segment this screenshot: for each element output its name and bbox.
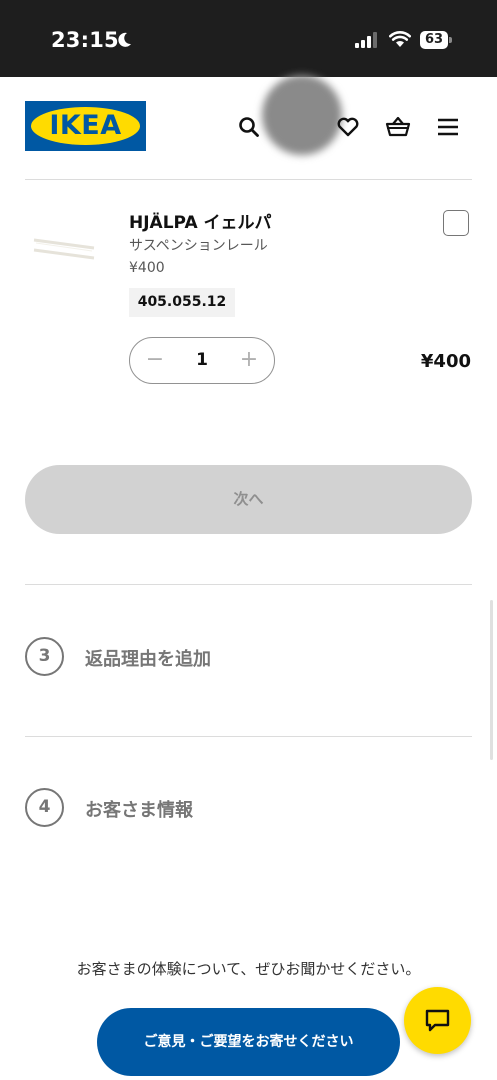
decrease-quantity-button[interactable]: − [132,338,178,382]
step-customer-info[interactable]: 4 お客さま情報 [25,788,472,828]
site-header: IKEA [0,75,497,179]
increase-quantity-button[interactable]: + [226,338,272,382]
step-add-return-reason[interactable]: 3 返品理由を追加 [25,637,472,677]
step-number-badge: 4 [25,788,64,827]
product-unit-price: ¥400 [129,260,165,276]
battery-icon: 63 [420,31,452,49]
quantity-stepper: − 1 + [129,337,275,384]
select-item-checkbox[interactable] [443,210,469,236]
ikea-logo[interactable]: IKEA [25,101,146,151]
logo-text: IKEA [49,110,122,141]
product-name[interactable]: HJÄLPA イェルパ [129,208,272,233]
step-title: 返品理由を追加 [85,649,211,670]
basket-icon[interactable] [385,114,411,140]
moon-icon [118,32,131,47]
product-image [33,238,95,260]
step-title: お客さま情報 [85,800,193,821]
chat-button[interactable] [404,987,471,1054]
menu-icon[interactable] [435,114,461,140]
status-bar: 23:15 63 [0,0,497,77]
divider [25,584,472,585]
redacted-blur [262,75,342,155]
scrollbar[interactable] [490,600,493,760]
product-description: サスペンションレール [129,238,268,254]
status-time: 23:15 [51,28,119,52]
wifi-icon [389,31,411,47]
feedback-button[interactable]: ご意見・ご要望をお寄せください [97,1008,400,1076]
battery-level: 63 [420,31,448,49]
article-number: 405.055.12 [129,288,235,317]
divider [25,736,472,737]
feedback-prompt: お客さまの体験について、ぜひお聞かせください。 [76,960,421,978]
search-icon[interactable] [236,114,262,140]
step-number-badge: 3 [25,637,64,676]
battery-tip [449,37,452,43]
line-total: ¥400 [420,351,471,372]
next-button[interactable]: 次へ [25,465,472,534]
heart-icon[interactable] [335,114,361,140]
chat-icon [425,1009,450,1032]
divider [25,179,472,180]
quantity-value[interactable]: 1 [176,338,228,382]
signal-icon [355,32,377,48]
